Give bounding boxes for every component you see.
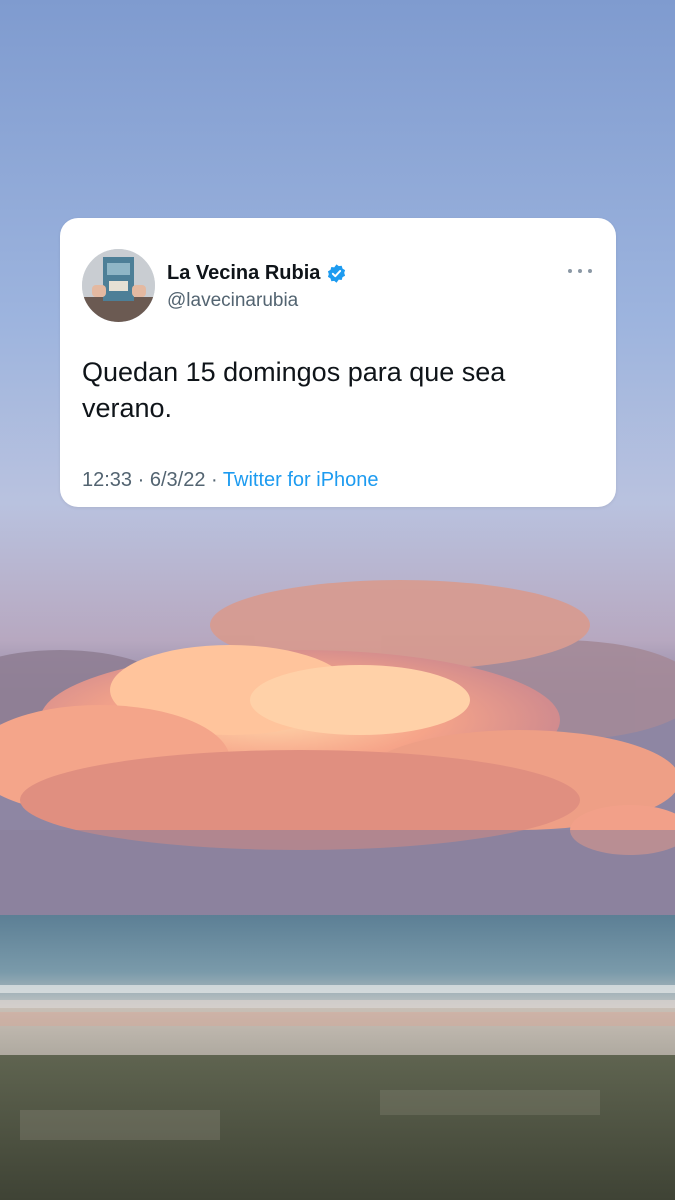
more-options-icon[interactable] — [568, 264, 592, 278]
tweet-card: La Vecina Rubia @lavecinarubia Quedan 15… — [60, 218, 616, 507]
tweet-meta: 12:33 · 6/3/22 · Twitter for iPhone — [82, 469, 379, 492]
tweet-time[interactable]: 12:33 — [82, 469, 132, 491]
handle[interactable]: @lavecinarubia — [167, 290, 298, 312]
display-name-text: La Vecina Rubia — [167, 262, 321, 284]
meta-separator: · — [211, 469, 218, 491]
avatar[interactable] — [82, 249, 155, 322]
display-name[interactable]: La Vecina Rubia — [167, 262, 347, 285]
meta-separator: · — [137, 469, 145, 491]
background-photo — [0, 0, 675, 1200]
tweet-text: Quedan 15 domingos para que sea verano. — [82, 357, 506, 423]
tweet-source-link[interactable]: Twitter for iPhone — [223, 469, 379, 491]
verified-badge-icon — [328, 264, 346, 283]
dot — [568, 269, 572, 273]
dot — [578, 269, 582, 273]
dot — [588, 269, 592, 273]
tweet-date[interactable]: 6/3/22 — [150, 469, 206, 491]
